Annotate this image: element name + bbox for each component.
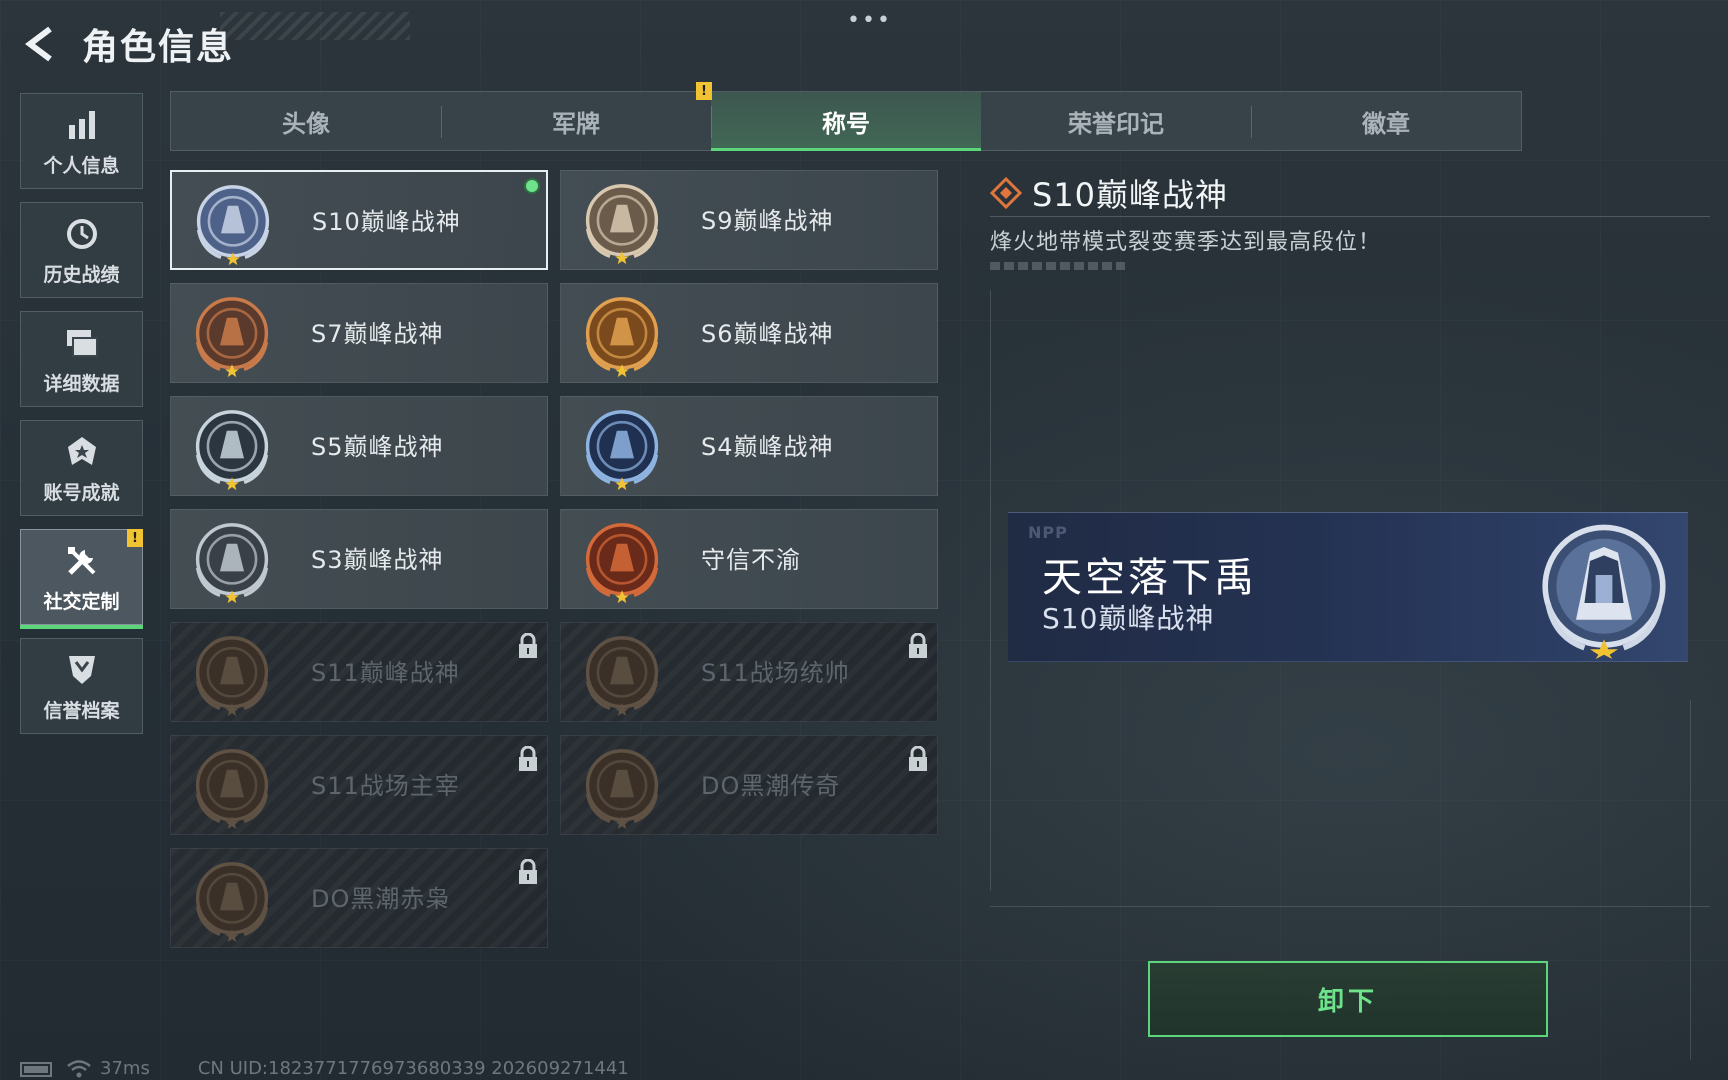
unequip-button[interactable]: 卸下: [1148, 961, 1548, 1037]
title-card[interactable]: S11巅峰战神: [170, 622, 548, 722]
title-card[interactable]: S11战场主宰: [170, 735, 548, 835]
title-card-name: S4巅峰战神: [701, 433, 834, 461]
shield-chevron-icon: [67, 650, 97, 690]
back-arrow-icon[interactable]: [20, 23, 62, 65]
title-card[interactable]: DO黑潮传奇: [560, 735, 938, 835]
title-card-name: DO黑潮传奇: [701, 772, 841, 800]
lock-icon: [519, 633, 537, 658]
user-uid: CN UID:1823771776973680339 202609271441: [197, 1058, 629, 1079]
sidebar-item-detailed-data[interactable]: 详细数据: [20, 311, 143, 407]
category-tabs: 头像 军牌 ! 称号 荣誉印记 徽章: [170, 82, 1522, 151]
title-card-name: DO黑潮赤枭: [311, 885, 451, 913]
tab-badge[interactable]: 徽章: [1251, 92, 1521, 150]
title-card-name: S6巅峰战神: [701, 320, 834, 348]
more-options-icon[interactable]: •••: [847, 8, 892, 33]
frame-line: [990, 906, 1710, 907]
title-emblem-icon: [195, 749, 269, 830]
equipped-indicator: [524, 178, 540, 194]
detail-subtext-placeholder: [990, 262, 1125, 270]
network-latency: 37ms: [100, 1058, 150, 1079]
lock-icon: [519, 859, 537, 884]
sidebar-item-match-history[interactable]: 历史战绩: [20, 202, 143, 298]
title-emblem-icon: [585, 297, 659, 378]
title-emblem-icon: [585, 523, 659, 604]
title-card[interactable]: 守信不渝: [560, 509, 938, 609]
sidebar-item-label: 个人信息: [43, 154, 120, 177]
sidebar-item-achievements[interactable]: 账号成就: [20, 420, 143, 516]
equipped-title: S10巅峰战神: [1042, 602, 1215, 635]
title-card-name: S11巅峰战神: [311, 659, 460, 687]
title-card[interactable]: S4巅峰战神: [560, 396, 938, 496]
frame-line: [1690, 700, 1691, 1060]
frame-line: [990, 290, 991, 890]
title-emblem-icon: [585, 184, 659, 265]
tab-honor-mark[interactable]: 荣誉印记: [981, 92, 1251, 150]
tab-dog-tag[interactable]: 军牌 !: [441, 82, 712, 150]
title-card[interactable]: S9巅峰战神: [560, 170, 938, 270]
header: 角色信息: [20, 18, 234, 70]
name-card-preview: NPP 天空落下禹 S10巅峰战神: [1008, 512, 1688, 662]
detail-description: 烽火地带模式裂变赛季达到最高段位！: [990, 230, 1382, 255]
brand-watermark: NPP: [1028, 523, 1068, 542]
title-card[interactable]: S3巅峰战神: [170, 509, 548, 609]
title-card-name: S3巅峰战神: [311, 546, 444, 574]
tab-avatar[interactable]: 头像: [171, 92, 441, 150]
tools-icon: [65, 541, 99, 581]
star-badge-icon: [66, 432, 98, 472]
page-title: 角色信息: [82, 27, 235, 68]
sidebar-item-label: 信誉档案: [43, 699, 120, 722]
sidebar: 个人信息 历史战绩 详细数据 账号成就 ! 社交定制 信誉档案: [20, 93, 143, 747]
title-card-name: S5巅峰战神: [311, 433, 444, 461]
title-emblem-icon: [195, 523, 269, 604]
sidebar-item-personal-info[interactable]: 个人信息: [20, 93, 143, 189]
title-card[interactable]: S11战场统帅: [560, 622, 938, 722]
sidebar-item-credit-record[interactable]: 信誉档案: [20, 638, 143, 734]
title-card[interactable]: S10巅峰战神: [170, 170, 548, 270]
title-card-name: S7巅峰战神: [311, 320, 444, 348]
title-card[interactable]: S5巅峰战神: [170, 396, 548, 496]
title-card-name: S11战场主宰: [311, 772, 460, 800]
status-footer: 37ms CN UID:1823771776973680339 20260927…: [20, 1058, 629, 1079]
title-emblem-icon: [195, 297, 269, 378]
sidebar-item-label: 社交定制: [43, 590, 120, 613]
sidebar-item-social-custom[interactable]: ! 社交定制: [20, 529, 143, 629]
sidebar-item-label: 账号成就: [43, 481, 120, 504]
title-emblem-icon: [585, 410, 659, 491]
s10-emblem-icon: [1542, 524, 1666, 659]
lock-icon: [519, 746, 537, 771]
divider: [990, 216, 1710, 217]
tab-title[interactable]: 称号: [711, 92, 981, 151]
wifi-icon: [67, 1059, 91, 1077]
title-emblem-icon: [585, 636, 659, 717]
bar-chart-icon: [66, 105, 98, 145]
battery-icon: [20, 1061, 52, 1077]
title-card-name: S9巅峰战神: [701, 207, 834, 235]
title-emblem-icon: [585, 749, 659, 830]
sidebar-item-label: 历史战绩: [43, 263, 120, 286]
title-decoration: [220, 12, 410, 40]
clock-icon: [65, 214, 99, 254]
diamond-icon: [990, 177, 1022, 209]
detail-title: S10巅峰战神: [1032, 176, 1229, 214]
stack-icon: [65, 323, 99, 363]
title-emblem-icon: [195, 862, 269, 943]
title-card-name: S11战场统帅: [701, 659, 850, 687]
title-card-name: 守信不渝: [701, 546, 801, 574]
title-card[interactable]: S6巅峰战神: [560, 283, 938, 383]
title-emblem-icon: [195, 410, 269, 491]
alert-badge: !: [127, 529, 143, 547]
alert-badge: !: [696, 82, 712, 100]
title-card-name: S10巅峰战神: [312, 208, 461, 236]
player-name: 天空落下禹: [1042, 555, 1257, 601]
sidebar-item-label: 详细数据: [43, 372, 120, 395]
detail-header: S10巅峰战神: [990, 170, 1228, 216]
title-card[interactable]: DO黑潮赤枭: [170, 848, 548, 948]
title-emblem-icon: [195, 636, 269, 717]
lock-icon: [909, 633, 927, 658]
title-card[interactable]: S7巅峰战神: [170, 283, 548, 383]
title-emblem-icon: [196, 185, 270, 266]
tab-label: 军牌: [552, 109, 600, 138]
lock-icon: [909, 746, 927, 771]
